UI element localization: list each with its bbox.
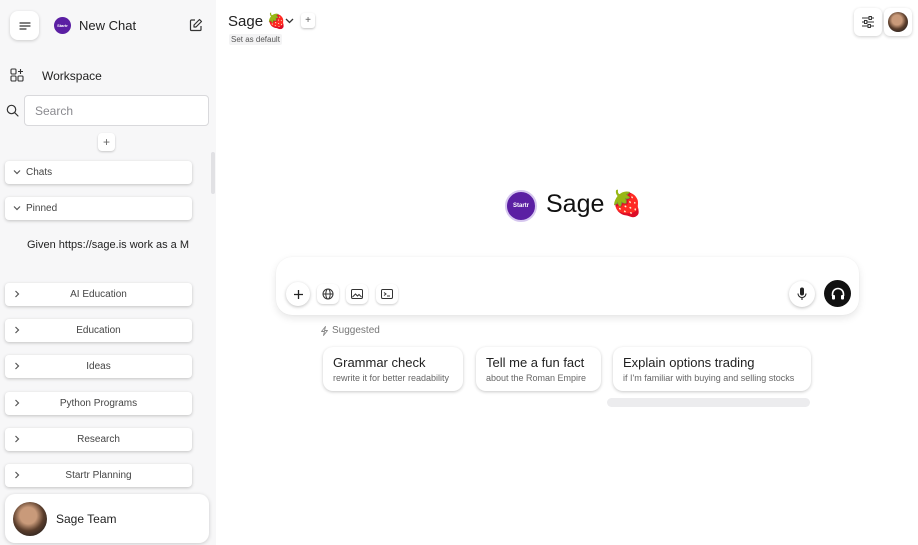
folder-label: Ideas — [86, 361, 111, 372]
plus-icon — [293, 289, 303, 299]
folder-research[interactable]: Research — [5, 428, 192, 451]
compose-icon[interactable] — [189, 18, 203, 32]
user-name: Sage Team — [56, 512, 117, 526]
folder-python-programs[interactable]: Python Programs — [5, 392, 192, 415]
model-selector[interactable]: Sage 🍓 — [228, 12, 286, 30]
image-icon — [351, 289, 363, 299]
chevron-down-icon[interactable] — [284, 15, 295, 26]
suggestion-title: Grammar check — [333, 355, 426, 370]
folder-label: Python Programs — [59, 398, 138, 409]
avatar — [888, 12, 908, 32]
sidebar-toggle-button[interactable] — [10, 11, 39, 40]
add-folder-button[interactable]: + — [98, 133, 115, 151]
attach-button[interactable] — [286, 282, 310, 306]
chevron-down-icon — [13, 170, 21, 175]
dictate-button[interactable] — [789, 281, 815, 307]
folder-ai-education[interactable]: AI Education — [5, 283, 192, 306]
search-icon — [6, 104, 19, 117]
sidebar: Startr New Chat Workspace + Chats Pinned — [0, 0, 216, 545]
avatar — [13, 502, 47, 536]
workspace-icon — [10, 68, 24, 82]
folder-label: Chats — [26, 167, 53, 178]
suggestion-subtitle: rewrite it for better readability — [333, 373, 450, 383]
code-interpreter-button[interactable] — [376, 284, 398, 304]
microphone-icon — [797, 287, 807, 300]
folder-pinned[interactable]: Pinned — [5, 197, 192, 220]
new-chat-label[interactable]: New Chat — [79, 18, 136, 33]
chevron-right-icon — [15, 471, 20, 479]
chevron-right-icon — [15, 362, 20, 370]
chevron-right-icon — [15, 435, 20, 443]
app-logo[interactable]: Startr — [54, 17, 71, 34]
controls-button[interactable] — [854, 8, 882, 36]
image-generation-button[interactable] — [346, 284, 368, 304]
folder-label: AI Education — [70, 289, 127, 300]
chevron-down-icon — [13, 206, 21, 211]
headphones-icon — [831, 287, 844, 300]
suggestion-subtitle: about the Roman Empire — [486, 373, 587, 383]
suggestions-scrollbar[interactable] — [607, 398, 810, 407]
chevron-right-icon — [15, 399, 20, 407]
folder-education[interactable]: Education — [5, 319, 192, 342]
folder-label: Research — [77, 434, 120, 445]
workspace-link[interactable]: Workspace — [42, 69, 102, 83]
suggestion-title: Explain options trading — [623, 355, 755, 370]
add-model-button[interactable]: + — [301, 13, 315, 28]
app-window: Startr New Chat Workspace + Chats Pinned — [0, 0, 918, 545]
folder-startr-planning[interactable]: Startr Planning — [5, 464, 192, 487]
folder-label: Startr Planning — [65, 470, 132, 481]
model-logo: Startr — [505, 190, 537, 222]
voice-mode-button[interactable] — [824, 280, 851, 307]
user-menu-button[interactable]: Sage Team — [5, 494, 209, 543]
suggested-label: Suggested — [332, 325, 380, 336]
folder-label: Pinned — [26, 203, 58, 214]
chevron-right-icon — [15, 290, 20, 298]
suggestion-title: Tell me a fun fact — [486, 355, 585, 370]
folder-chats[interactable]: Chats — [5, 161, 192, 184]
suggested-heading: Suggested — [320, 325, 380, 336]
folder-label: Education — [76, 325, 121, 336]
model-title: Sage 🍓 — [546, 190, 643, 218]
globe-icon — [322, 288, 334, 300]
chevron-right-icon — [15, 326, 20, 334]
search-input[interactable] — [24, 95, 209, 126]
suggestion-card[interactable]: Explain options trading if I'm familiar … — [613, 347, 811, 391]
set-default-link[interactable]: Set as default — [229, 34, 282, 45]
folder-ideas[interactable]: Ideas — [5, 355, 192, 378]
sliders-icon — [862, 16, 874, 28]
suggestion-card[interactable]: Grammar check rewrite it for better read… — [323, 347, 463, 391]
pinned-chat-item[interactable]: Given https://sage.is work as a M — [27, 239, 195, 251]
suggestion-subtitle: if I'm familiar with buying and selling … — [623, 373, 795, 383]
sidebar-scrollbar[interactable] — [211, 152, 215, 194]
web-search-button[interactable] — [317, 284, 339, 304]
menu-icon — [18, 21, 31, 30]
suggestion-card[interactable]: Tell me a fun fact about the Roman Empir… — [476, 347, 601, 391]
terminal-icon — [381, 289, 393, 299]
lightning-icon — [321, 325, 328, 336]
profile-button[interactable] — [884, 8, 912, 36]
